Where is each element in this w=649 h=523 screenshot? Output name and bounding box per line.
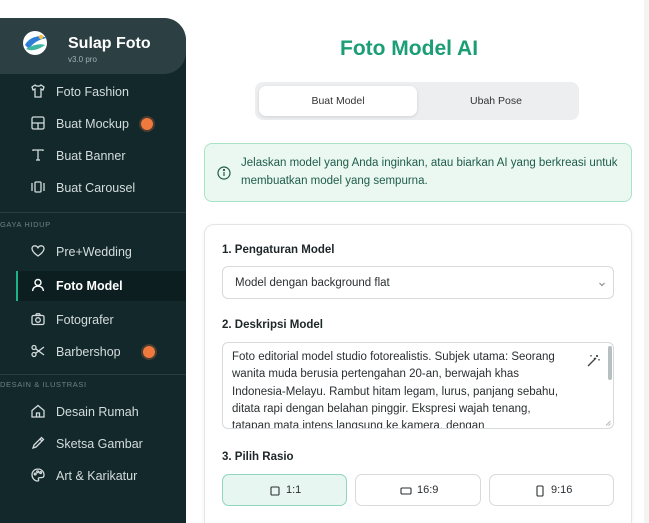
new-badge bbox=[141, 118, 153, 130]
sidebar-item-label: Fotografer bbox=[56, 313, 114, 327]
type-icon bbox=[30, 147, 46, 163]
sidebar-item-pre-wedding[interactable]: Pre+Wedding bbox=[16, 239, 186, 265]
sidebar-item-label: Foto Fashion bbox=[56, 85, 129, 99]
sidebar-item-fotografer[interactable]: Fotografer bbox=[16, 307, 186, 333]
palette-icon bbox=[30, 467, 46, 483]
sidebar-item-label: Buat Banner bbox=[56, 149, 126, 163]
divider bbox=[0, 212, 186, 213]
settings-card: 1. Pengaturan Model Model dengan backgro… bbox=[204, 224, 632, 523]
sidebar: Sulap Foto v3.0 pro Foto Fashion Buat Mo… bbox=[0, 18, 186, 523]
sidebar-item-sketsa-gambar[interactable]: Sketsa Gambar bbox=[16, 431, 186, 457]
page-scrollbar[interactable] bbox=[644, 0, 649, 523]
sidebar-item-foto-model[interactable]: Foto Model bbox=[16, 271, 186, 301]
tab-buat-model[interactable]: Buat Model bbox=[259, 86, 417, 116]
info-text: Jelaskan model yang Anda inginkan, atau … bbox=[241, 157, 618, 187]
tab-bar: Buat Model Ubah Pose bbox=[255, 82, 579, 120]
heart-icon bbox=[30, 243, 46, 259]
sidebar-item-buat-banner[interactable]: Buat Banner bbox=[16, 143, 186, 169]
section-label-lifestyle: GAYA HIDUP bbox=[0, 220, 51, 229]
ratio-title: 3. Pilih Rasio bbox=[222, 451, 294, 463]
model-type-value: Model dengan background flat bbox=[235, 277, 390, 289]
logo-icon bbox=[23, 31, 47, 55]
sidebar-item-label: Art & Karikatur bbox=[56, 469, 138, 483]
info-icon bbox=[217, 166, 231, 180]
sidebar-item-buat-mockup[interactable]: Buat Mockup bbox=[16, 111, 186, 137]
carousel-icon bbox=[30, 179, 46, 195]
new-badge bbox=[143, 346, 155, 358]
description-text: Foto editorial model studio fotorealisti… bbox=[232, 351, 559, 429]
ratio-label: 9:16 bbox=[551, 484, 573, 496]
sidebar-item-desain-rumah[interactable]: Desain Rumah bbox=[16, 399, 186, 425]
info-banner: Jelaskan model yang Anda inginkan, atau … bbox=[204, 143, 632, 202]
brand-title: Sulap Foto bbox=[68, 35, 151, 52]
pencil-icon bbox=[30, 435, 46, 451]
textarea-scrollbar[interactable] bbox=[608, 346, 612, 380]
sidebar-item-label: Foto Model bbox=[56, 279, 123, 293]
camera-icon bbox=[30, 311, 46, 327]
ratio-1-1-button[interactable]: 1:1 bbox=[222, 474, 347, 506]
user-icon bbox=[30, 277, 46, 293]
sidebar-item-label: Barbershop bbox=[56, 345, 121, 359]
description-title: 2. Deskripsi Model bbox=[222, 319, 323, 331]
section-label-design: DESAIN & ILUSTRASI bbox=[0, 380, 87, 389]
description-textarea[interactable]: Foto editorial model studio fotorealisti… bbox=[222, 342, 614, 429]
home-icon bbox=[30, 403, 46, 419]
brand-header[interactable]: Sulap Foto v3.0 pro bbox=[0, 18, 186, 74]
sidebar-item-buat-carousel[interactable]: Buat Carousel bbox=[16, 175, 186, 201]
sidebar-item-label: Buat Carousel bbox=[56, 181, 136, 195]
model-type-select[interactable]: Model dengan background flat bbox=[222, 266, 614, 299]
page-title: Foto Model AI bbox=[340, 37, 479, 60]
ratio-label: 16:9 bbox=[417, 484, 439, 496]
brand-version: v3.0 pro bbox=[68, 55, 97, 64]
chevron-down-icon bbox=[599, 282, 605, 287]
sidebar-item-label: Sketsa Gambar bbox=[56, 437, 143, 451]
square-icon bbox=[270, 486, 280, 496]
shirt-icon bbox=[30, 83, 46, 99]
magic-wand-icon[interactable] bbox=[585, 353, 601, 369]
sidebar-item-label: Pre+Wedding bbox=[56, 245, 132, 259]
settings-title: 1. Pengaturan Model bbox=[222, 244, 335, 256]
layout-icon bbox=[30, 115, 46, 131]
ratio-label: 1:1 bbox=[286, 484, 302, 496]
sidebar-item-label: Buat Mockup bbox=[56, 117, 129, 131]
sidebar-item-label: Desain Rumah bbox=[56, 405, 139, 419]
tab-ubah-pose[interactable]: Ubah Pose bbox=[417, 86, 575, 116]
portrait-icon bbox=[536, 485, 544, 497]
sidebar-item-art-karikatur[interactable]: Art & Karikatur bbox=[16, 463, 186, 489]
ratio-16-9-button[interactable]: 16:9 bbox=[355, 474, 481, 506]
ratio-9-16-button[interactable]: 9:16 bbox=[489, 474, 614, 506]
sidebar-item-foto-fashion[interactable]: Foto Fashion bbox=[16, 79, 186, 105]
sidebar-item-barbershop[interactable]: Barbershop bbox=[16, 339, 186, 365]
divider bbox=[0, 374, 186, 375]
resize-handle-icon[interactable] bbox=[605, 420, 611, 426]
scissors-icon bbox=[30, 343, 46, 359]
landscape-icon bbox=[400, 487, 412, 495]
